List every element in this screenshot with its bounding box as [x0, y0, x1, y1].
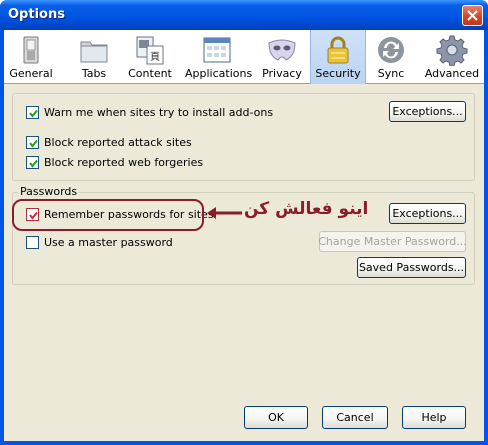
annotation-arrow-icon — [207, 207, 242, 219]
padlock-icon — [327, 36, 349, 64]
checkmark-icon — [29, 109, 38, 118]
tab-label: Tabs — [81, 67, 107, 80]
dialog-client: General Tabs 頁 Content Applications Priv… — [4, 30, 484, 441]
warn-addons-checkbox[interactable]: Warn me when sites try to install add-on… — [26, 106, 273, 119]
tab-label: Security — [315, 67, 361, 80]
tab-label: Sync — [377, 67, 405, 80]
checkbox-label: Warn me when sites try to install add-on… — [44, 106, 274, 119]
tab-privacy[interactable]: Privacy — [260, 30, 304, 84]
content-icon: 頁 — [136, 36, 164, 65]
tab-tabs[interactable]: Tabs — [75, 30, 113, 84]
tab-content[interactable]: 頁 Content — [125, 30, 175, 84]
mask-icon — [268, 39, 296, 61]
block-attack-sites-checkbox[interactable]: Block reported attack sites — [26, 136, 192, 149]
checkbox[interactable] — [26, 106, 39, 119]
tab-advanced[interactable]: Advanced — [424, 30, 480, 84]
addon-exceptions-button[interactable]: Exceptions... — [389, 101, 466, 122]
checkmark-icon — [29, 139, 38, 148]
tab-security[interactable]: Security — [310, 30, 366, 84]
annotation-highlight-box — [12, 199, 204, 231]
tab-general[interactable]: General — [8, 30, 54, 84]
checkbox-label: Block reported web forgeries — [44, 156, 204, 169]
window-title: Options — [8, 7, 65, 22]
pane-toolbar: General Tabs 頁 Content Applications Priv… — [4, 30, 484, 84]
ok-button[interactable]: OK — [244, 406, 308, 429]
help-button[interactable]: Help — [402, 406, 466, 429]
cancel-button[interactable]: Cancel — [322, 406, 388, 429]
checkbox[interactable] — [26, 236, 39, 249]
gear-icon — [436, 35, 468, 66]
options-window: Options General Tabs 頁 Content Applicati… — [0, 0, 488, 445]
close-button[interactable] — [462, 5, 483, 26]
close-icon — [467, 10, 478, 21]
tab-label: Applications — [185, 67, 253, 80]
change-master-password-button[interactable]: Change Master Password... — [318, 231, 467, 252]
tabs-folder-icon — [80, 41, 108, 63]
switch-icon — [23, 36, 39, 64]
checkmark-icon — [29, 159, 38, 168]
title-bar[interactable]: Options — [0, 0, 488, 30]
sync-icon — [378, 37, 404, 63]
password-exceptions-button[interactable]: Exceptions... — [389, 203, 466, 224]
passwords-legend: Passwords — [18, 185, 80, 198]
master-password-checkbox[interactable]: Use a master password — [26, 236, 173, 249]
checkbox[interactable] — [26, 136, 39, 149]
saved-passwords-button[interactable]: Saved Passwords... — [357, 257, 466, 278]
tab-label: Privacy — [262, 67, 302, 80]
checkbox-label: Use a master password — [44, 236, 173, 249]
annotation-text: اینو فعالش کن — [244, 199, 369, 219]
checkbox-label: Block reported attack sites — [44, 136, 192, 149]
applications-icon — [203, 37, 231, 63]
tab-label: Content — [128, 67, 172, 80]
tab-sync[interactable]: Sync — [372, 30, 410, 84]
block-web-forgeries-checkbox[interactable]: Block reported web forgeries — [26, 156, 203, 169]
checkbox[interactable] — [26, 156, 39, 169]
svg-text:頁: 頁 — [150, 51, 160, 63]
tab-label: Advanced — [424, 67, 480, 80]
tab-applications[interactable]: Applications — [185, 30, 253, 84]
tab-label: General — [9, 67, 53, 80]
